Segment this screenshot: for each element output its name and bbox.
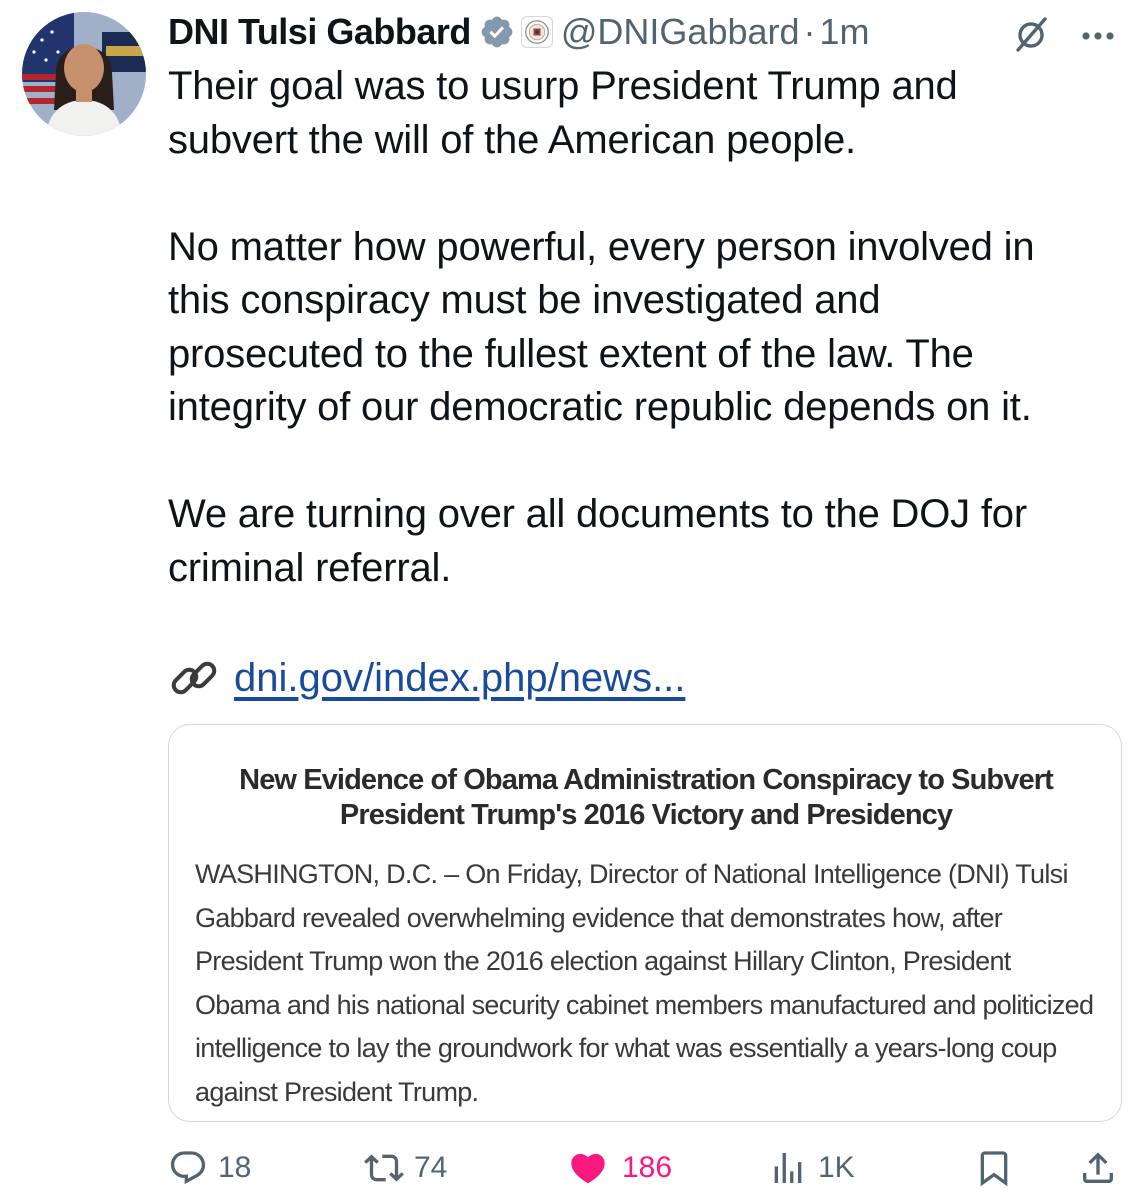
tweet-link[interactable]: dni.gov/index.php/news...	[168, 650, 685, 706]
card-body: WASHINGTON, D.C. – On Friday, Director o…	[195, 859, 1094, 1107]
avatar[interactable]	[22, 12, 146, 136]
tweet-paragraph-2: No matter how powerful, every person inv…	[168, 224, 1035, 430]
reply-count: 18	[218, 1151, 252, 1184]
reply-button[interactable]: 18	[168, 1146, 251, 1190]
post-header: DNI Tulsi Gabbard @DNIGabbard · 1m	[168, 8, 870, 56]
repost-icon	[364, 1154, 404, 1182]
handle[interactable]: @DNIGabbard	[561, 11, 800, 53]
views-button[interactable]: 1K	[768, 1146, 855, 1190]
separator: ·	[803, 11, 816, 52]
share-icon	[1083, 1152, 1113, 1183]
link-icon	[171, 661, 217, 695]
card-title: New Evidence of Obama Administration Con…	[239, 764, 1054, 831]
like-count: 186	[622, 1151, 673, 1184]
affiliate-seal-icon[interactable]	[520, 16, 553, 48]
tweet-paragraph-1: Their goal was to usurp President Trump …	[168, 64, 958, 162]
bookmark-button[interactable]	[974, 1146, 1014, 1190]
views-count: 1K	[818, 1151, 855, 1184]
more-icon[interactable]	[1076, 14, 1120, 54]
link-card[interactable]: New Evidence of Obama Administration Con…	[168, 724, 1122, 1122]
tweet-paragraph-3: We are turning over all documents to the…	[168, 492, 1027, 590]
share-button[interactable]	[1078, 1146, 1118, 1190]
display-name[interactable]: DNI Tulsi Gabbard	[168, 11, 471, 53]
grok-icon[interactable]	[1012, 14, 1052, 54]
action-bar: 18 74 186 1K	[168, 1140, 1122, 1196]
like-button[interactable]: 186	[568, 1146, 672, 1190]
repost-button[interactable]: 74	[364, 1146, 447, 1190]
bookmark-icon	[980, 1151, 1008, 1187]
timestamp[interactable]: 1m	[820, 11, 870, 53]
link-url[interactable]: dni.gov/index.php/news...	[234, 656, 685, 701]
reply-icon	[170, 1151, 206, 1185]
verified-badge-icon[interactable]	[479, 14, 515, 50]
avatar-photo	[22, 12, 146, 136]
repost-count: 74	[414, 1151, 448, 1184]
views-icon	[774, 1153, 802, 1183]
like-icon	[571, 1153, 605, 1184]
tweet-text: Their goal was to usurp President Trump …	[168, 60, 1128, 595]
